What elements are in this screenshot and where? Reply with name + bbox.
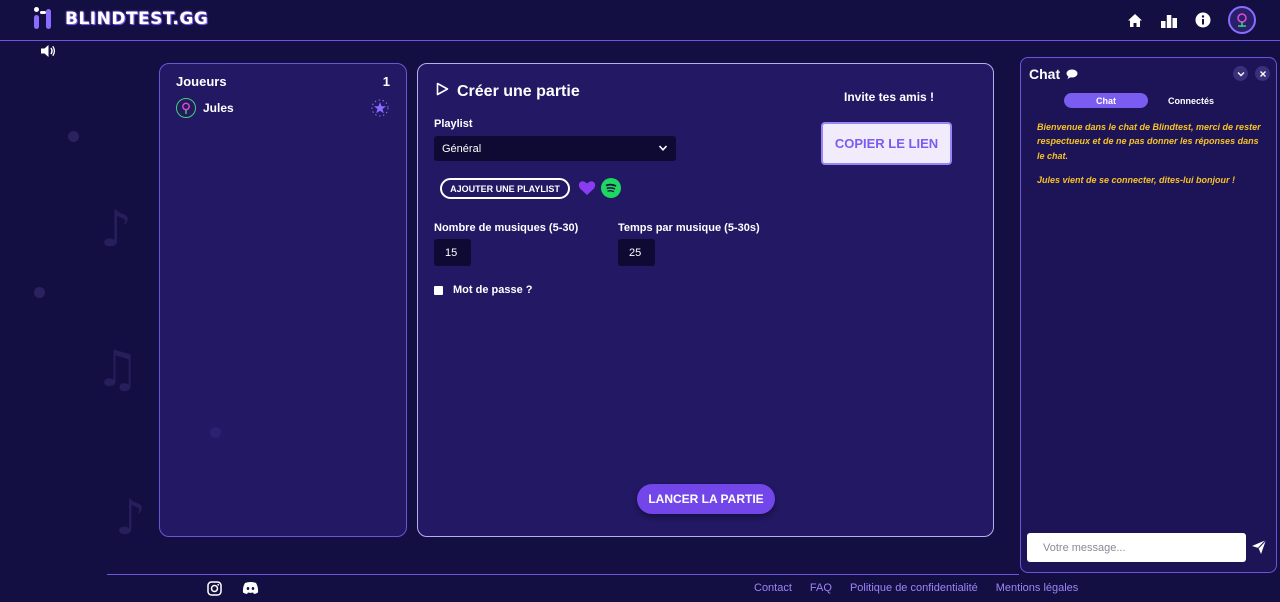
send-icon[interactable] [1251, 539, 1267, 560]
chat-message: Bienvenue dans le chat de Blindtest, mer… [1037, 122, 1261, 161]
music-count-input[interactable]: 15 [434, 239, 471, 266]
players-panel: Joueurs 1 Jules [159, 63, 407, 537]
music-note-decor: ♪ [100, 200, 132, 258]
time-per-music-label: Temps par musique (5-30s) [618, 222, 760, 234]
players-title: Joueurs [176, 74, 227, 89]
tab-chat[interactable]: Chat [1064, 93, 1148, 108]
logo-text: BLINDTEST.GG [65, 9, 209, 29]
logo[interactable]: BLINDTEST.GG [31, 5, 208, 33]
footer-link-faq[interactable]: FAQ [810, 582, 832, 594]
time-per-music-input[interactable]: 25 [618, 239, 655, 266]
play-icon [436, 82, 449, 101]
playlist-select[interactable]: Général [434, 136, 676, 161]
chat-bubble-icon [1066, 66, 1078, 82]
discord-icon[interactable] [242, 581, 259, 601]
home-icon[interactable] [1126, 11, 1144, 29]
list-item[interactable]: Jules [176, 97, 390, 119]
page-title: Créer une partie [457, 82, 580, 100]
chat-message: Jules vient de se connecter, dites-lui b… [1037, 175, 1236, 185]
music-note-decor: ♫ [95, 340, 140, 398]
music-note-decor: ♪ [115, 490, 146, 546]
close-icon[interactable] [1255, 66, 1270, 81]
add-playlist-button[interactable]: AJOUTER UNE PLAYLIST [440, 178, 570, 199]
player-avatar [176, 98, 196, 118]
host-star-icon [370, 98, 390, 118]
volume-icon[interactable] [40, 44, 58, 60]
footer-link-contact[interactable]: Contact [754, 582, 792, 594]
avatar[interactable] [1228, 6, 1256, 34]
logo-icon [31, 5, 57, 33]
heart-icon[interactable] [578, 180, 596, 201]
instagram-icon[interactable] [207, 581, 222, 601]
collapse-chat-button[interactable] [1233, 66, 1248, 81]
invite-title: Invite tes amis ! [844, 90, 935, 104]
tab-connected[interactable]: Connectés [1168, 96, 1214, 106]
player-name: Jules [203, 101, 234, 115]
info-icon[interactable] [1194, 11, 1212, 29]
leaderboard-icon[interactable] [1160, 11, 1178, 29]
footer-link-privacy[interactable]: Politique de confidentialité [850, 582, 978, 594]
spotify-icon[interactable] [601, 178, 621, 198]
password-checkbox[interactable] [434, 286, 443, 295]
chat-title: Chat [1029, 66, 1061, 82]
playlist-select-value: Général [442, 142, 482, 155]
footer-link-legal[interactable]: Mentions légales [996, 582, 1079, 594]
footer-divider [107, 574, 1019, 575]
launch-game-button[interactable]: LANCER LA PARTIE [637, 484, 775, 514]
password-label: Mot de passe ? [453, 284, 533, 296]
chevron-down-icon [658, 143, 668, 156]
chat-message-input[interactable]: Votre message... [1027, 533, 1246, 562]
create-game-panel: Créer une partie Playlist Général AJOUTE… [417, 63, 994, 537]
chat-panel: Chat Chat Connectés Bienvenue dans le ch… [1020, 57, 1277, 573]
playlist-label: Playlist [434, 118, 473, 130]
music-count-label: Nombre de musiques (5-30) [434, 222, 579, 234]
top-bar: BLINDTEST.GG [0, 0, 1280, 41]
players-count: 1 [382, 74, 390, 89]
copy-link-button[interactable]: COPIER LE LIEN [821, 122, 952, 165]
